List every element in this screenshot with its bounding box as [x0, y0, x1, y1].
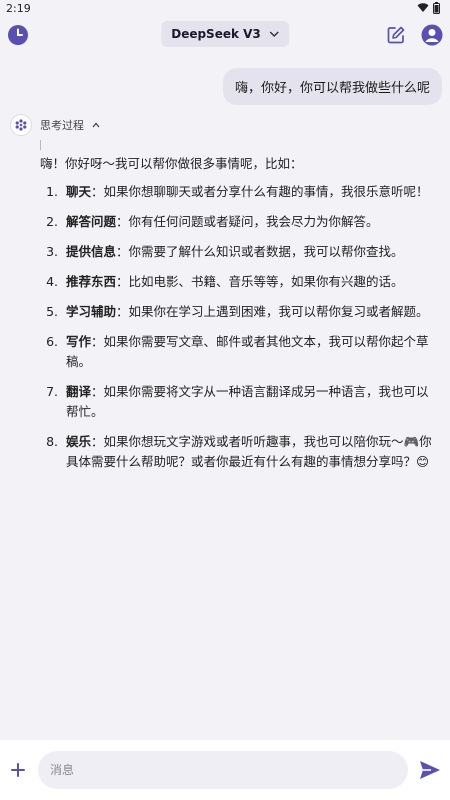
battery-icon: [433, 2, 440, 14]
status-icons: [417, 2, 440, 14]
chevron-down-icon: [269, 31, 279, 37]
item-number: 5.: [46, 304, 58, 319]
list-item: 6. 写作：如果你需要写文章、邮件或者其他文本，我可以帮你起个草稿。: [40, 332, 434, 372]
thinking-label: 思考过程: [40, 119, 84, 132]
item-number: 1.: [46, 184, 58, 199]
item-term: 聊天: [66, 184, 92, 199]
item-description: ：如果你想聊聊天或者分享什么有趣的事情，我很乐意听呢！: [91, 184, 429, 199]
clock-icon: [8, 25, 28, 45]
avatar-icon: [421, 24, 443, 46]
status-time: 2:19: [6, 1, 31, 15]
list-item: 5. 学习辅助：如果你在学习上遇到困难，我可以帮你复习或者解题。: [40, 302, 434, 322]
send-icon: [420, 761, 440, 779]
item-number: 7.: [46, 384, 58, 399]
list-item: 8. 娱乐：如果你想玩文字游戏或者听听趣事，我也可以陪你玩～🎮你具体需要什么帮助…: [40, 432, 434, 472]
capability-list: 1. 聊天：如果你想聊聊天或者分享什么有趣的事情，我很乐意听呢！ 2. 解答问题…: [40, 182, 434, 472]
model-selector[interactable]: DeepSeek V3: [161, 21, 289, 47]
list-item: 2. 解答问题：你有任何问题或者疑问，我会尽力为你解答。: [40, 212, 434, 232]
item-number: 3.: [46, 244, 58, 259]
item-term: 娱乐: [66, 434, 92, 449]
item-description: ：如果你需要将文字从一种语言翻译成另一种语言，我也可以帮忙。: [66, 384, 429, 419]
chevron-up-icon: [92, 122, 100, 128]
item-number: 4.: [46, 274, 58, 289]
item-term: 翻译: [66, 384, 92, 399]
list-item: 3. 提供信息：你需要了解什么知识或者数据，我可以帮你查找。: [40, 242, 434, 262]
edit-icon: [387, 26, 405, 44]
answer-intro: 嗨！你好呀～我可以帮你做很多事情呢，比如：: [40, 156, 303, 171]
item-term: 推荐东西: [66, 274, 117, 289]
plus-icon: [11, 763, 25, 777]
item-description: ：如果你需要写文章、邮件或者其他文本，我可以帮你起个草稿。: [66, 334, 429, 369]
send-button[interactable]: [416, 756, 444, 784]
item-term: 解答问题: [66, 214, 117, 229]
list-item: 1. 聊天：如果你想聊聊天或者分享什么有趣的事情，我很乐意听呢！: [40, 182, 434, 202]
profile-button[interactable]: [420, 23, 444, 47]
list-item: 4. 推荐东西：比如电影、书籍、音乐等等，如果你有兴趣的话。: [40, 272, 434, 292]
status-bar: 2:19: [0, 0, 450, 16]
wifi-icon: [417, 3, 429, 12]
item-description: ：如果你在学习上遇到困难，我可以帮你复习或者解题。: [116, 304, 429, 319]
composer-bar: [0, 740, 450, 800]
item-description: ：你有任何问题或者疑问，我会尽力为你解答。: [116, 214, 379, 229]
item-term: 写作: [66, 334, 92, 349]
attach-button[interactable]: [6, 758, 30, 782]
item-term: 提供信息: [66, 244, 117, 259]
model-label: DeepSeek V3: [171, 27, 261, 41]
list-item: 7. 翻译：如果你需要将文字从一种语言翻译成另一种语言，我也可以帮忙。: [40, 382, 434, 422]
app-bar: DeepSeek V3: [0, 16, 450, 54]
item-description: ：你需要了解什么知识或者数据，我可以帮你查找。: [116, 244, 404, 259]
chat-area[interactable]: 嗨，你好，你可以帮我做些什么呢 思考过程 嗨！你好呀～我可以帮你做很多事情呢，比…: [0, 54, 450, 740]
history-button[interactable]: [6, 23, 30, 47]
item-description: ：如果你想玩文字游戏或者听听趣事，我也可以陪你玩～🎮你具体需要什么帮助呢？或者你…: [66, 434, 432, 469]
thinking-divider: [40, 140, 41, 150]
item-number: 6.: [46, 334, 58, 349]
item-term: 学习辅助: [66, 304, 117, 319]
deepseek-logo-icon: [15, 119, 27, 131]
thinking-toggle[interactable]: 思考过程: [10, 114, 100, 136]
item-number: 8.: [46, 434, 58, 449]
message-input-container[interactable]: [38, 751, 408, 789]
assistant-answer: 嗨！你好呀～我可以帮你做很多事情呢，比如： 1. 聊天：如果你想聊聊天或者分享什…: [40, 154, 434, 482]
item-description: ：比如电影、书籍、音乐等等，如果你有兴趣的话。: [116, 274, 404, 289]
new-chat-button[interactable]: [384, 23, 408, 47]
item-number: 2.: [46, 214, 58, 229]
deepseek-avatar: [10, 114, 32, 136]
user-message-bubble: 嗨，你好，你可以帮我做些什么呢: [222, 68, 442, 105]
message-input[interactable]: [50, 763, 396, 777]
